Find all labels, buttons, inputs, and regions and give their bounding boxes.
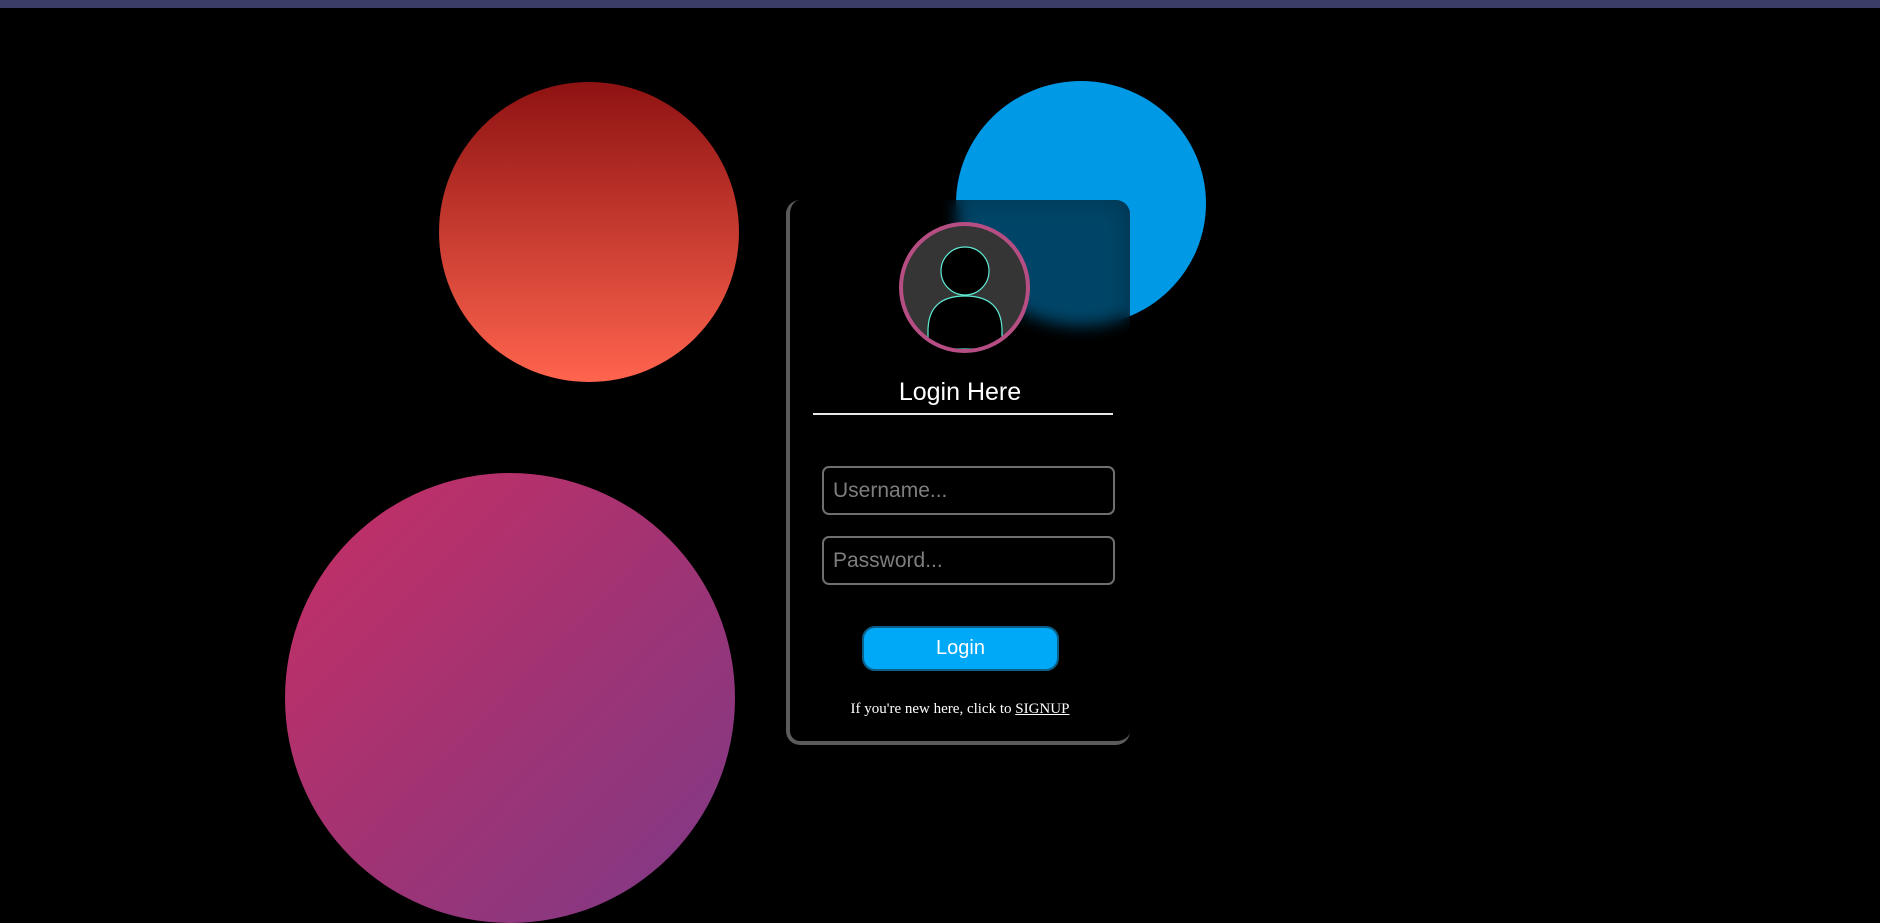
decorative-circle-pink [285, 473, 735, 923]
page-title: Login Here [898, 378, 1022, 406]
signup-prompt: If you're new here, click to SIGNUP [790, 701, 1130, 718]
login-card: Login Here Login If you're new here, cli… [786, 200, 1130, 745]
user-icon [899, 222, 1030, 353]
top-bar [0, 0, 1880, 8]
password-input[interactable] [822, 536, 1115, 585]
signup-link[interactable]: SIGNUP [1015, 701, 1069, 717]
title-divider [813, 413, 1113, 415]
login-button[interactable]: Login [862, 626, 1059, 671]
username-input[interactable] [822, 466, 1115, 515]
signup-prefix: If you're new here, click to [850, 701, 1012, 717]
decorative-circle-red [439, 82, 739, 382]
